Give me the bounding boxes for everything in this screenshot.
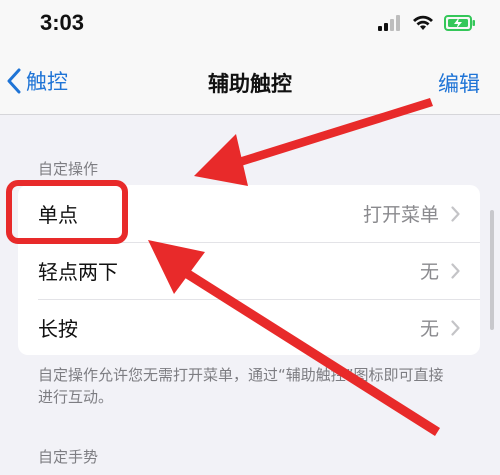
long-press-label: 长按 xyxy=(38,317,78,341)
status-time: 3:03 xyxy=(40,10,85,35)
status-icons xyxy=(378,15,476,31)
double-tap-value: 无 xyxy=(419,261,439,283)
double-tap-label: 轻点两下 xyxy=(38,260,118,284)
chevron-right-icon xyxy=(451,319,460,336)
chevron-right-icon xyxy=(451,262,460,279)
navigation-bar: 触控 辅助触控 编辑 xyxy=(0,52,500,115)
double-tap-row[interactable]: 轻点两下 无 xyxy=(18,242,480,299)
scroll-indicator[interactable] xyxy=(490,210,494,330)
single-tap-value: 打开菜单 xyxy=(362,204,439,226)
single-tap-label: 单点 xyxy=(38,203,78,227)
custom-gestures-header: 自定手势 xyxy=(38,448,99,466)
wifi-icon xyxy=(413,15,433,30)
status-bar: 3:03 xyxy=(0,0,500,52)
custom-actions-list: 单点 打开菜单 轻点两下 无 长按 无 xyxy=(18,185,480,355)
battery-charging-icon xyxy=(444,15,475,31)
single-tap-row[interactable]: 单点 打开菜单 xyxy=(18,185,480,242)
assistive-touch-screen: 3:03 触控 辅助触控 编辑 自定操作 单点 打开菜单 轻点两下 无 长按 无… xyxy=(0,0,500,475)
page-title: 辅助触控 xyxy=(208,72,292,96)
edit-button[interactable]: 编辑 xyxy=(438,68,480,98)
cellular-signal-icon xyxy=(378,15,400,31)
custom-actions-footnote: 自定操作允许您无需打开菜单，通过“辅助触控”图标即可直接进行互动。 xyxy=(38,366,444,406)
custom-actions-header: 自定操作 xyxy=(38,160,99,178)
chevron-right-icon xyxy=(451,205,460,222)
long-press-row[interactable]: 长按 无 xyxy=(18,299,480,355)
long-press-value: 无 xyxy=(419,318,439,340)
